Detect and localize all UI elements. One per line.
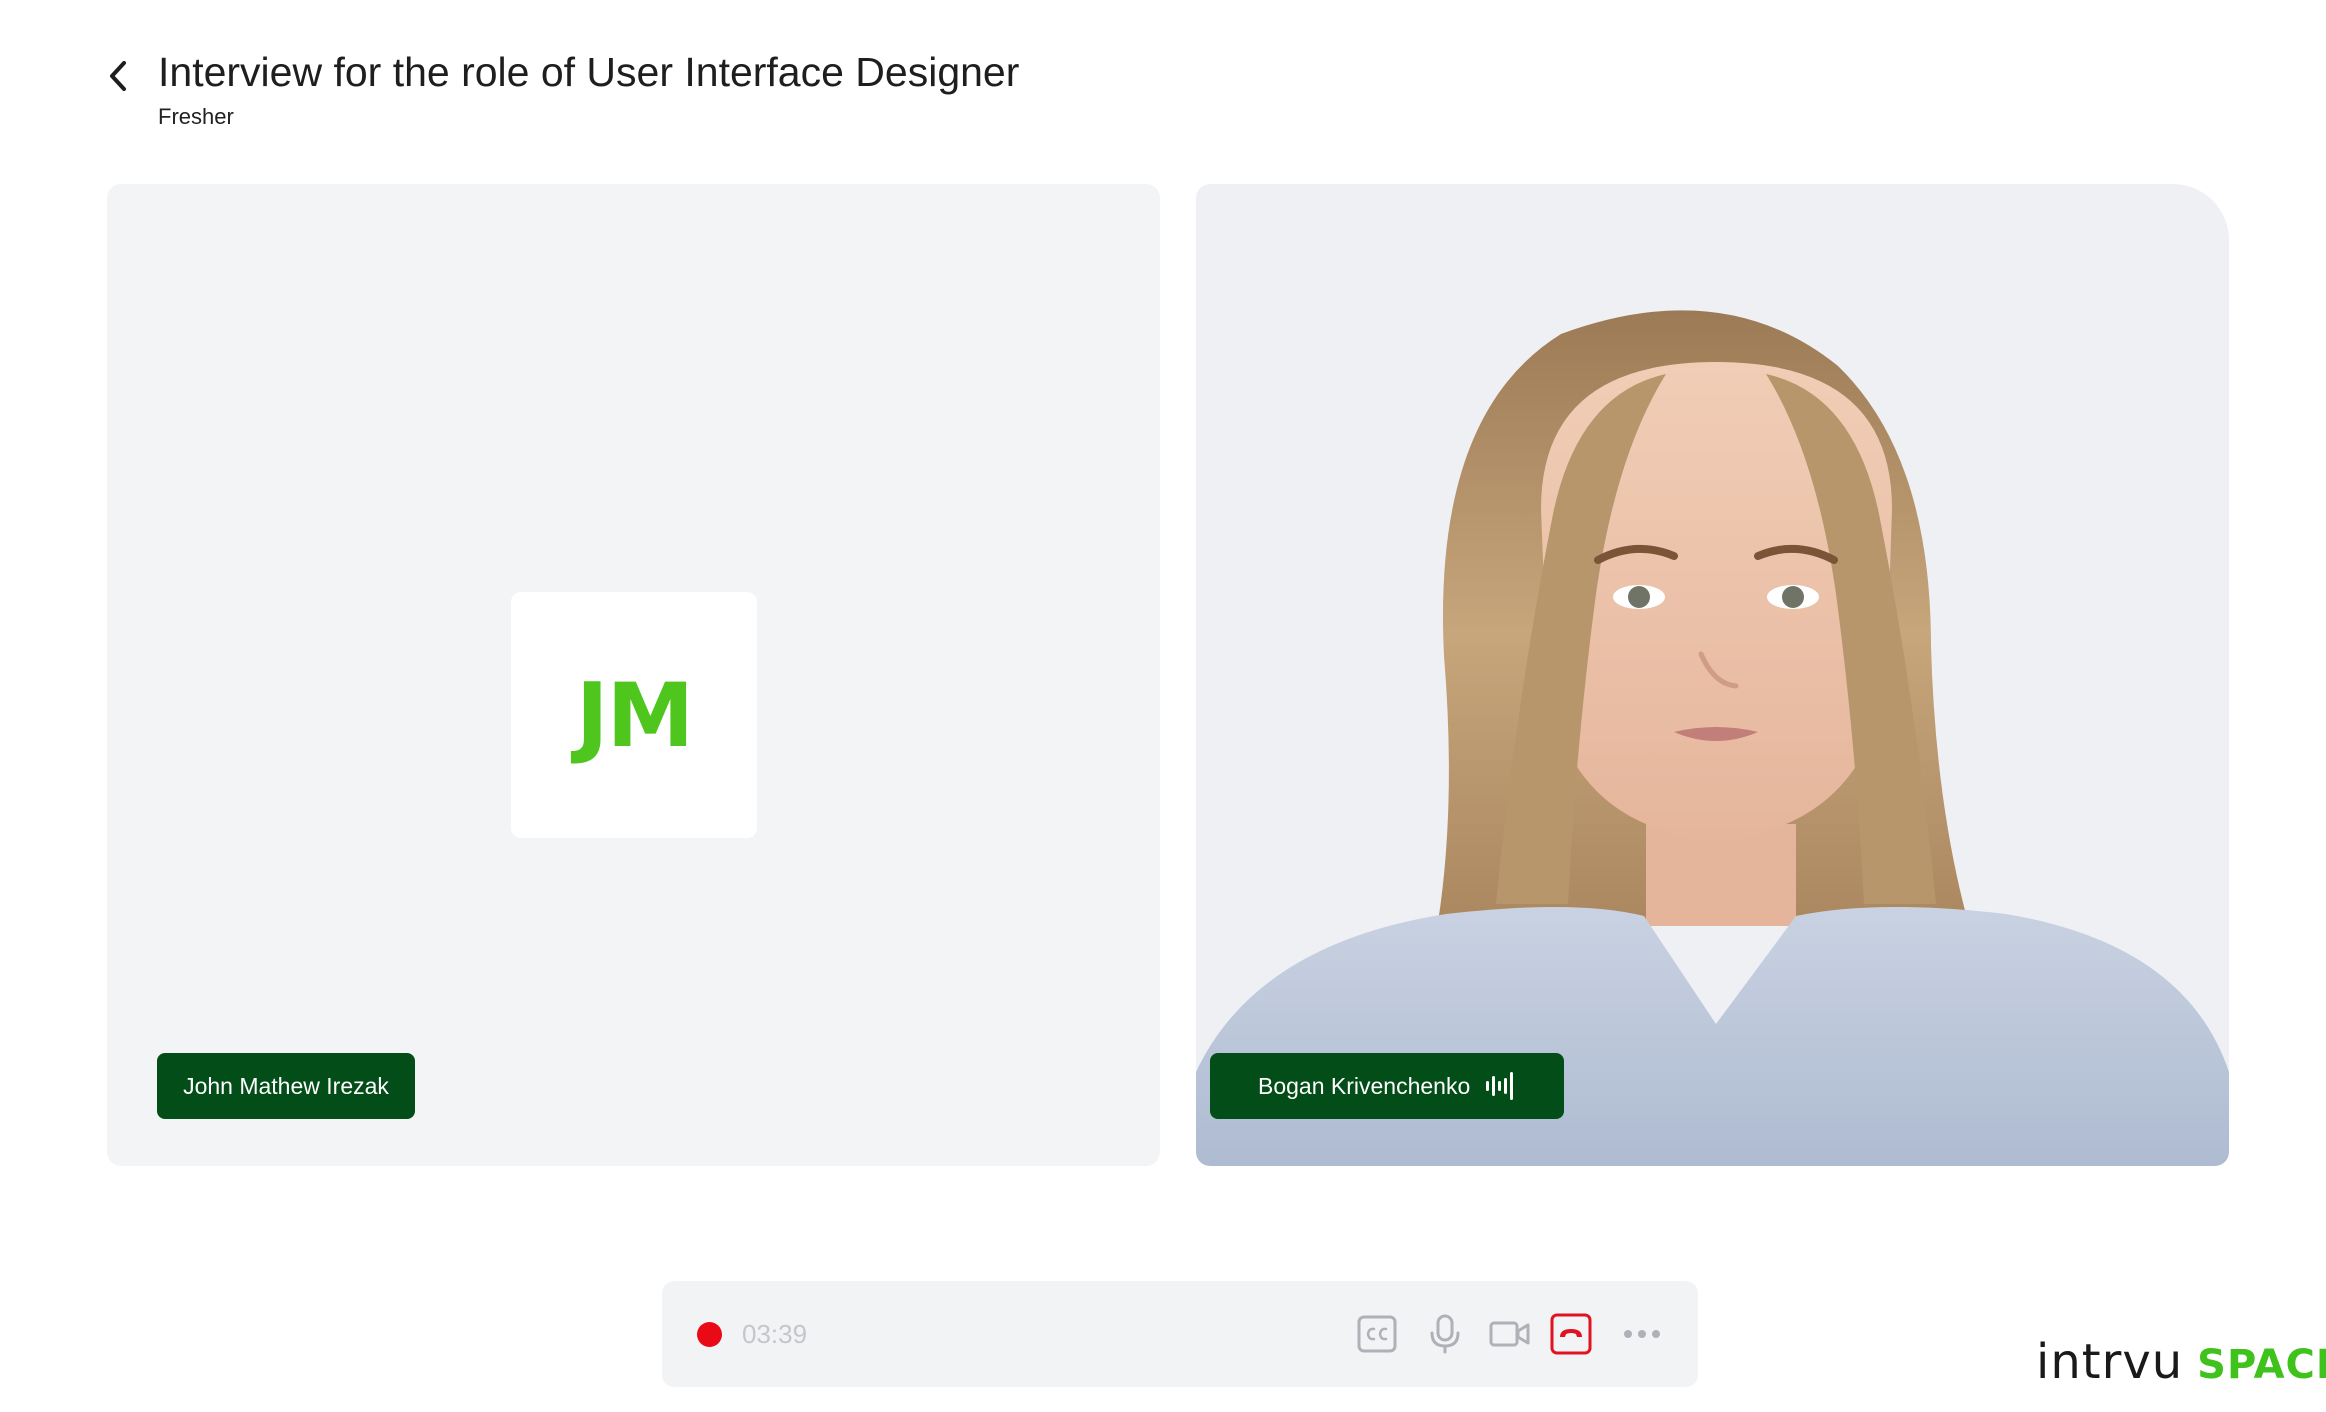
end-call-icon [1550,1313,1592,1355]
camera-button[interactable] [1488,1312,1532,1356]
captions-icon [1357,1315,1397,1353]
more-icon [1624,1330,1660,1338]
end-call-button[interactable] [1549,1312,1593,1356]
brand-wordmark: intrvu [2036,1334,2184,1390]
back-button[interactable] [100,52,136,100]
participant-tile-left: JM John Mathew Irezak [107,184,1160,1166]
participant-tile-right: Bogan Krivenchenko [1196,184,2229,1166]
page-subtitle: Fresher [158,104,234,129]
participant-name-tag-speaking: Bogan Krivenchenko [1210,1053,1564,1119]
captions-button[interactable] [1355,1312,1399,1356]
more-options-button[interactable] [1620,1312,1664,1356]
video-camera-icon [1489,1321,1530,1347]
back-arrow-icon [110,61,126,91]
participant-name-tag: John Mathew Irezak [157,1053,415,1119]
participant-name: Bogan Krivenchenko [1258,1072,1471,1099]
brand-logo: intrvu SPACE [2036,1334,2326,1390]
microphone-icon [1430,1314,1460,1354]
avatar: JM [511,592,757,838]
call-control-bar: 03:39 [662,1281,1698,1387]
audio-wave-icon [1486,1072,1514,1100]
page-title: Interview for the role of User Interface… [158,49,1020,95]
brand-accent: SPACE [2197,1342,2326,1388]
participant-video-feed [1196,310,2229,1166]
microphone-button[interactable] [1423,1312,1467,1356]
call-timer: 03:39 [742,1319,808,1349]
record-icon [697,1322,722,1347]
